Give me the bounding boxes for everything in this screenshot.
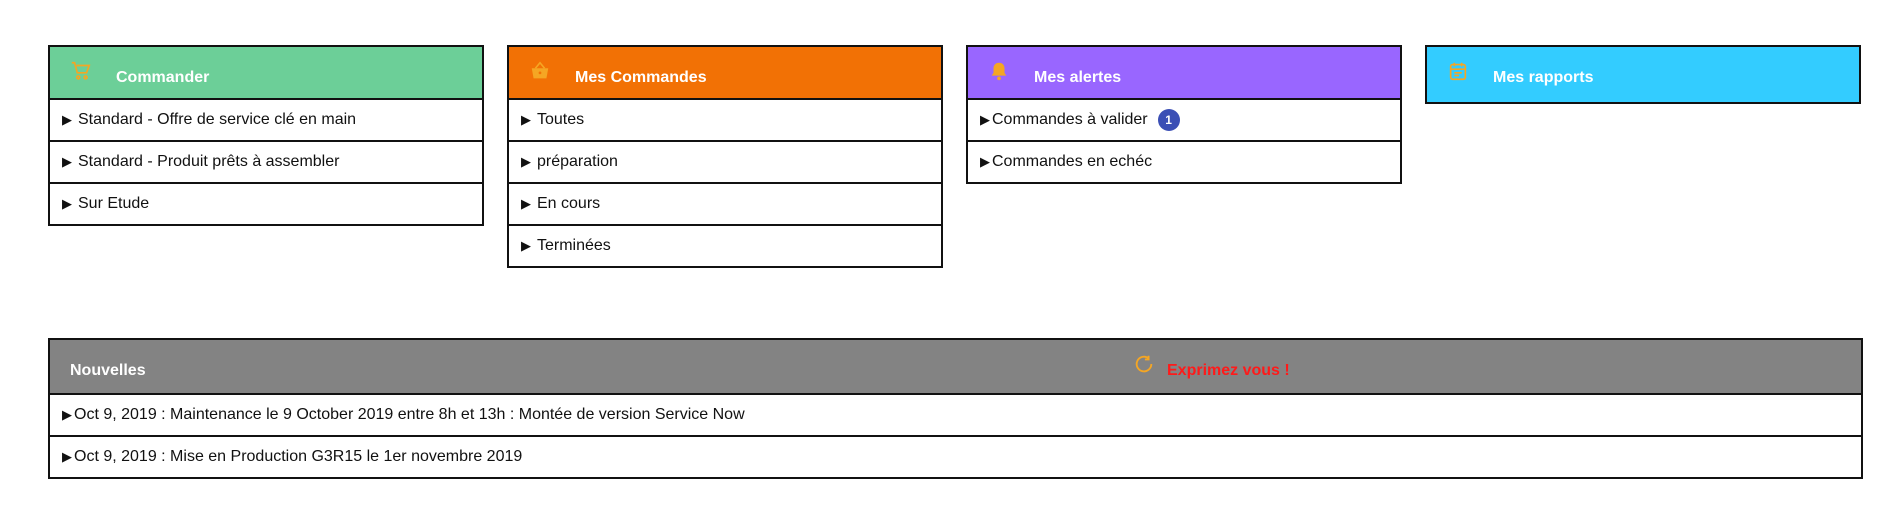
list-item-label: préparation (537, 153, 618, 170)
card-mes-rapports-header[interactable]: Mes rapports (1427, 47, 1859, 102)
list-item[interactable]: ▶ préparation (509, 142, 941, 184)
card-mes-alertes-title: Mes alertes (1034, 69, 1122, 86)
news-panel: Nouvelles Exprimez vous ! ▶ Oct 9, 2019 :… (48, 338, 1863, 479)
basket-icon (531, 61, 549, 79)
calendar-icon (1449, 62, 1467, 81)
list-item-label: Toutes (537, 111, 585, 128)
card-mes-alertes: Mes alertes ▶ Commandes à valider 1 ▶ Comma… (966, 45, 1402, 184)
list-item[interactable]: ▶ Commandes en echéc (968, 142, 1400, 182)
news-item-text: Oct 9, 2019 : Mise en Production G3R15 l… (74, 448, 523, 465)
list-item[interactable]: ▶ Standard - Offre de service clé en main (50, 100, 482, 142)
arrow-icon: ▶ (62, 407, 72, 422)
arrow-icon: ▶ (62, 449, 72, 464)
card-commander-title: Commander (116, 69, 210, 86)
bell-icon (991, 62, 1007, 81)
arrow-icon: ▶ (62, 154, 72, 169)
news-header: Nouvelles Exprimez vous ! (50, 340, 1861, 395)
arrow-icon: ▶ (521, 238, 531, 253)
list-item-label: Commandes à valider (992, 111, 1148, 128)
news-item[interactable]: ▶ Oct 9, 2019 : Mise en Production G3R15 … (50, 437, 1861, 477)
list-item-label: Standard - Offre de service clé en main (78, 111, 357, 128)
news-item[interactable]: ▶ Oct 9, 2019 : Maintenance le 9 October … (50, 395, 1861, 437)
list-item[interactable]: ▶ Standard - Produit prêts à assembler (50, 142, 482, 184)
card-mes-commandes-title: Mes Commandes (575, 69, 707, 86)
list-item-label: En cours (537, 195, 601, 212)
news-title: Nouvelles (70, 362, 146, 379)
arrow-icon: ▶ (980, 154, 990, 169)
arrow-icon: ▶ (521, 112, 531, 127)
arrow-icon: ▶ (62, 196, 72, 211)
list-item[interactable]: ▶ Terminées (509, 226, 941, 266)
card-commander: Commander ▶ Standard - Offre de service c… (48, 45, 484, 226)
list-item-label: Terminées (537, 237, 611, 254)
refresh-icon[interactable] (1133, 353, 1155, 375)
news-item-text: Oct 9, 2019 : Maintenance le 9 October 2… (74, 406, 745, 423)
list-item-label: Standard - Produit prêts à assembler (78, 153, 340, 170)
list-item-label: Sur Etude (78, 195, 150, 212)
cart-icon (71, 61, 91, 80)
card-mes-commandes-header[interactable]: Mes Commandes (509, 47, 941, 100)
card-mes-commandes: Mes Commandes ▶ Toutes ▶ préparation ▶ En c… (507, 45, 943, 268)
card-commander-header[interactable]: Commander (50, 47, 482, 100)
list-item-label: Commandes en echéc (992, 153, 1153, 170)
card-mes-rapports: Mes rapports (1425, 45, 1861, 104)
arrow-icon: ▶ (980, 112, 990, 127)
card-mes-alertes-header[interactable]: Mes alertes (968, 47, 1400, 100)
list-item[interactable]: ▶ Sur Etude (50, 184, 482, 224)
arrow-icon: ▶ (521, 196, 531, 211)
exprimez-vous-link[interactable]: Exprimez vous ! (1167, 362, 1290, 380)
arrow-icon: ▶ (62, 112, 72, 127)
count-badge: 1 (1157, 109, 1180, 131)
card-mes-rapports-title: Mes rapports (1493, 69, 1594, 86)
list-item[interactable]: ▶ Toutes (509, 100, 941, 142)
list-item[interactable]: ▶ Commandes à valider 1 (968, 100, 1400, 142)
arrow-icon: ▶ (521, 154, 531, 169)
list-item[interactable]: ▶ En cours (509, 184, 941, 226)
